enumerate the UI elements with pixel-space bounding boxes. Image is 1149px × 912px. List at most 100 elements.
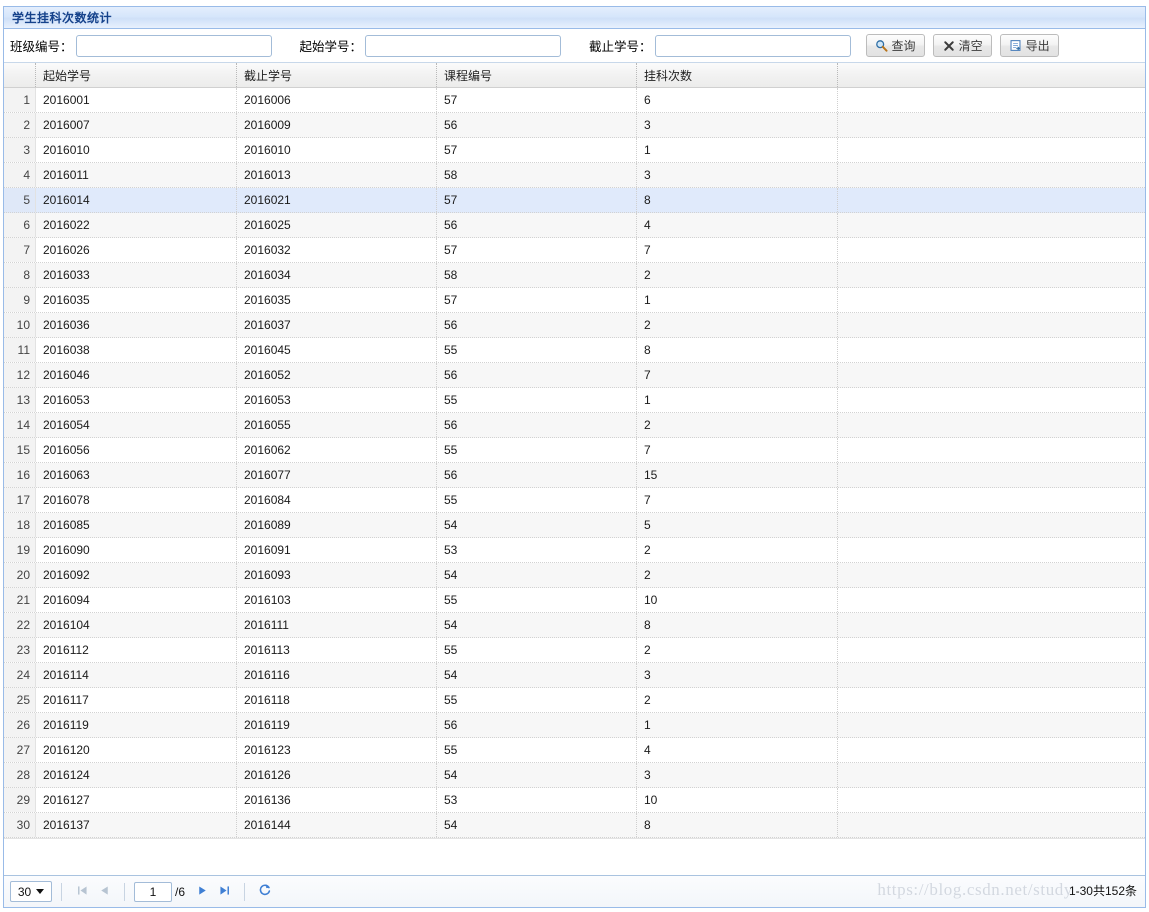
- cell-start-id: 2016120: [36, 738, 237, 762]
- row-number: 12: [4, 363, 36, 387]
- cell-course-id: 54: [437, 513, 637, 537]
- table-row[interactable]: 30 2016137 2016144 54 8: [4, 813, 1145, 838]
- cell-course-id: 56: [437, 113, 637, 137]
- table-row[interactable]: 13 2016053 2016053 55 1: [4, 388, 1145, 413]
- last-page-button[interactable]: [213, 882, 235, 902]
- row-filler: [838, 613, 1145, 637]
- export-button[interactable]: 导出: [999, 34, 1059, 57]
- cell-course-id: 57: [437, 188, 637, 212]
- table-row[interactable]: 27 2016120 2016123 55 4: [4, 738, 1145, 763]
- table-row[interactable]: 20 2016092 2016093 54 2: [4, 563, 1145, 588]
- cell-end-id: 2016089: [237, 513, 437, 537]
- refresh-icon: [258, 883, 272, 900]
- table-row[interactable]: 8 2016033 2016034 58 2: [4, 263, 1145, 288]
- table-row[interactable]: 18 2016085 2016089 54 5: [4, 513, 1145, 538]
- row-filler: [838, 288, 1145, 312]
- table-row[interactable]: 7 2016026 2016032 57 7: [4, 238, 1145, 263]
- row-filler: [838, 413, 1145, 437]
- class-number-label: 班级编号：: [10, 40, 73, 54]
- end-student-id-label: 截止学号：: [589, 40, 652, 54]
- table-row[interactable]: 19 2016090 2016091 53 2: [4, 538, 1145, 563]
- refresh-button[interactable]: [254, 882, 276, 902]
- table-row[interactable]: 5 2016014 2016021 57 8: [4, 188, 1145, 213]
- cell-end-id: 2016035: [237, 288, 437, 312]
- cell-end-id: 2016091: [237, 538, 437, 562]
- table-row[interactable]: 14 2016054 2016055 56 2: [4, 413, 1145, 438]
- table-row[interactable]: 22 2016104 2016111 54 8: [4, 613, 1145, 638]
- query-button[interactable]: 查询: [865, 34, 925, 57]
- first-page-icon: [76, 884, 89, 900]
- row-number: 2: [4, 113, 36, 137]
- cell-fail-count: 4: [637, 738, 838, 762]
- page-number-input[interactable]: [134, 881, 172, 902]
- table-row[interactable]: 25 2016117 2016118 55 2: [4, 688, 1145, 713]
- cell-fail-count: 3: [637, 113, 838, 137]
- table-row[interactable]: 10 2016036 2016037 56 2: [4, 313, 1145, 338]
- grid-header-col-fail-count[interactable]: 挂科次数: [637, 63, 838, 87]
- cell-course-id: 56: [437, 463, 637, 487]
- row-number: 21: [4, 588, 36, 612]
- row-number: 19: [4, 538, 36, 562]
- row-filler: [838, 563, 1145, 587]
- row-filler: [838, 688, 1145, 712]
- table-row[interactable]: 21 2016094 2016103 55 10: [4, 588, 1145, 613]
- cell-start-id: 2016035: [36, 288, 237, 312]
- table-row[interactable]: 28 2016124 2016126 54 3: [4, 763, 1145, 788]
- grid-body[interactable]: 1 2016001 2016006 57 6 2 2016007 2016009 56 3 3 201…: [4, 88, 1145, 839]
- end-student-id-input[interactable]: [654, 34, 851, 57]
- row-filler: [838, 188, 1145, 212]
- row-number: 3: [4, 138, 36, 162]
- cell-course-id: 58: [437, 163, 637, 187]
- table-row[interactable]: 9 2016035 2016035 57 1: [4, 288, 1145, 313]
- table-row[interactable]: 16 2016063 2016077 56 15: [4, 463, 1145, 488]
- cell-course-id: 56: [437, 363, 637, 387]
- class-number-input[interactable]: [75, 34, 272, 57]
- table-row[interactable]: 4 2016011 2016013 58 3: [4, 163, 1145, 188]
- row-number: 1: [4, 88, 36, 112]
- start-student-id-field-group: 起始学号：: [299, 34, 562, 57]
- row-number: 7: [4, 238, 36, 262]
- table-row[interactable]: 3 2016010 2016010 57 1: [4, 138, 1145, 163]
- table-row[interactable]: 1 2016001 2016006 57 6: [4, 88, 1145, 113]
- cell-end-id: 2016077: [237, 463, 437, 487]
- table-row[interactable]: 29 2016127 2016136 53 10: [4, 788, 1145, 813]
- cell-fail-count: 1: [637, 288, 838, 312]
- cell-end-id: 2016045: [237, 338, 437, 362]
- table-row[interactable]: 26 2016119 2016119 56 1: [4, 713, 1145, 738]
- row-number: 6: [4, 213, 36, 237]
- close-x-icon: [942, 39, 956, 53]
- cell-course-id: 55: [437, 438, 637, 462]
- next-page-button[interactable]: [191, 882, 213, 902]
- cell-fail-count: 2: [637, 638, 838, 662]
- cell-start-id: 2016046: [36, 363, 237, 387]
- cell-course-id: 56: [437, 713, 637, 737]
- table-row[interactable]: 12 2016046 2016052 56 7: [4, 363, 1145, 388]
- row-number: 24: [4, 663, 36, 687]
- clear-button[interactable]: 清空: [932, 34, 992, 57]
- grid-header-col-end-id[interactable]: 截止学号: [237, 63, 437, 87]
- table-row[interactable]: 11 2016038 2016045 55 8: [4, 338, 1145, 363]
- cell-course-id: 55: [437, 738, 637, 762]
- record-range-status: 1-30共152条: [1068, 884, 1137, 898]
- start-student-id-label: 起始学号：: [299, 40, 363, 54]
- table-row[interactable]: 23 2016112 2016113 55 2: [4, 638, 1145, 663]
- table-row[interactable]: 24 2016114 2016116 54 3: [4, 663, 1145, 688]
- start-student-id-input[interactable]: [365, 34, 562, 57]
- first-page-button[interactable]: [71, 882, 93, 902]
- application-window: 学生挂科次数统计 班级编号： 起始学号： 截止学号： 查询 清空 导出 起始学号…: [0, 0, 1149, 912]
- cell-start-id: 2016063: [36, 463, 237, 487]
- table-row[interactable]: 6 2016022 2016025 56 4: [4, 213, 1145, 238]
- prev-page-button[interactable]: [93, 882, 115, 902]
- grid-header-col-course-id[interactable]: 课程编号: [437, 63, 637, 87]
- table-row[interactable]: 15 2016056 2016062 55 7: [4, 438, 1145, 463]
- cell-fail-count: 6: [637, 88, 838, 112]
- row-number: 9: [4, 288, 36, 312]
- cell-end-id: 2016010: [237, 138, 437, 162]
- table-row[interactable]: 17 2016078 2016084 55 7: [4, 488, 1145, 513]
- cell-course-id: 54: [437, 563, 637, 587]
- row-number: 26: [4, 713, 36, 737]
- table-row[interactable]: 2 2016007 2016009 56 3: [4, 113, 1145, 138]
- grid-header-col-start-id[interactable]: 起始学号: [36, 63, 237, 87]
- page-size-select[interactable]: 30: [10, 881, 52, 902]
- cell-start-id: 2016094: [36, 588, 237, 612]
